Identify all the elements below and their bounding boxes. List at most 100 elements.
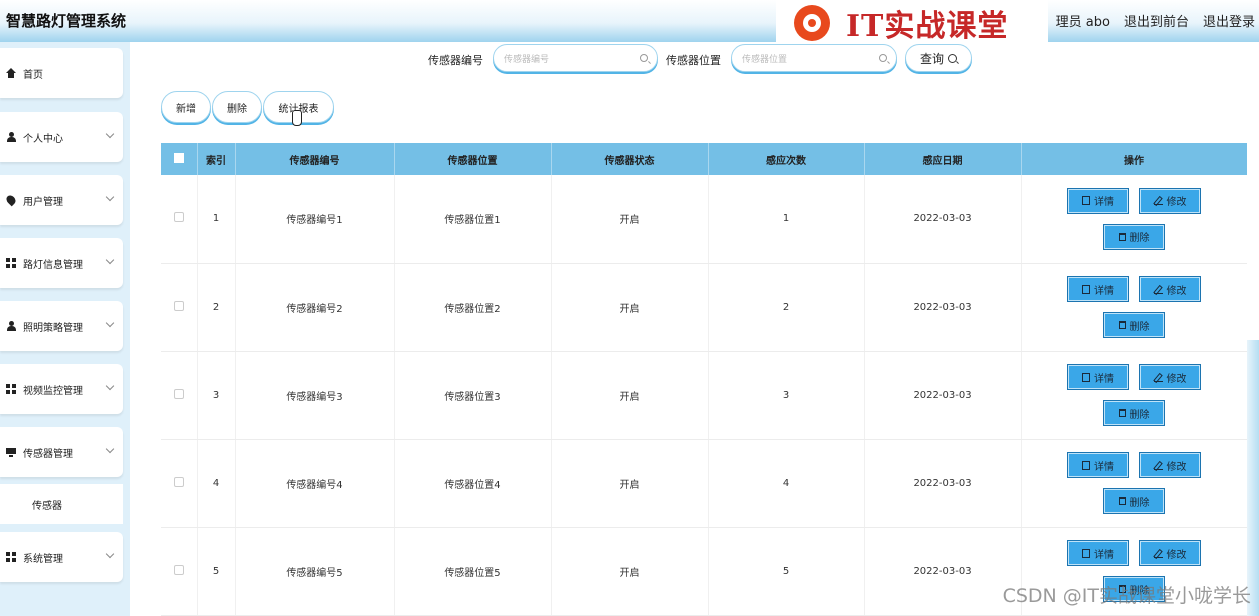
delete-label: 删除	[1129, 233, 1150, 245]
monitor-icon	[5, 446, 17, 458]
column-header: 操作	[1021, 143, 1247, 175]
sidebar-item-system-management[interactable]: 系统管理	[0, 532, 123, 582]
grid-icon	[5, 257, 17, 269]
row-select-cell[interactable]	[161, 527, 198, 616]
column-header: 传感器位置	[394, 143, 552, 175]
sidebar-item-label: 路灯信息管理	[23, 259, 83, 271]
sensor-loc-label: 传感器位置	[666, 54, 721, 67]
chevron-down-icon	[105, 318, 115, 328]
user-icon	[5, 320, 17, 332]
user-label: 理员 abo	[1055, 15, 1110, 30]
add-button[interactable]: 新增	[161, 91, 211, 123]
edit-icon	[1153, 549, 1163, 558]
csdn-watermark: CSDN @IT实战课堂小咙学长	[1002, 585, 1251, 607]
app-title: 智慧路灯管理系统	[6, 12, 127, 30]
edit-button[interactable]: 修改	[1139, 540, 1201, 566]
table-row: 2 传感器编号2 传感器位置2 开启 2 2022-03-03 详情 修改 删除	[161, 263, 1247, 352]
sidebar-item-label: 传感器管理	[23, 448, 73, 460]
row-select-cell[interactable]	[161, 175, 198, 264]
row-select-cell[interactable]	[161, 439, 198, 528]
row-checkbox[interactable]	[173, 388, 184, 399]
sidebar-item-video-monitoring[interactable]: 视频监控管理	[0, 364, 123, 414]
edit-button[interactable]: 修改	[1139, 187, 1201, 214]
detail-label: 详情	[1094, 461, 1114, 473]
sidebar-item-home[interactable]: 首页	[0, 48, 123, 98]
table-row: 1 传感器编号1 传感器位置1 开启 1 2022-03-03 详情 修改 删除	[161, 175, 1247, 264]
table-header-row: 索引 传感器编号 传感器位置 传感器状态 感应次数 感应日期 操作	[161, 143, 1247, 175]
pin-icon	[4, 193, 18, 207]
row-checkbox[interactable]	[173, 564, 184, 575]
sensor-no-input[interactable]: 传感器编号	[493, 44, 658, 72]
row-delete-button[interactable]: 删除	[1103, 312, 1165, 338]
sidebar-item-personal-center[interactable]: 个人中心	[0, 112, 123, 162]
query-button[interactable]: 查询	[905, 44, 972, 72]
table-row: 4 传感器编号4 传感器位置4 开启 4 2022-03-03 详情 修改 删除	[161, 439, 1247, 528]
sidebar-item-label: 视频监控管理	[23, 385, 83, 397]
sidebar-item-label: 个人中心	[23, 133, 63, 145]
row-delete-button[interactable]: 删除	[1103, 400, 1165, 426]
trash-icon	[1118, 232, 1126, 241]
sense-date-cell: 2022-03-03	[864, 263, 1022, 352]
sidebar-item-label: 照明策略管理	[23, 322, 83, 334]
sensor-table: 索引 传感器编号 传感器位置 传感器状态 感应次数 感应日期 操作 1 传感器编…	[161, 143, 1247, 616]
table-row: 3 传感器编号3 传感器位置3 开启 3 2022-03-03 详情 修改 删除	[161, 351, 1247, 440]
trash-icon	[1118, 321, 1126, 329]
sense-date-cell: 2022-03-03	[864, 351, 1022, 440]
edit-icon	[1153, 285, 1163, 294]
row-checkbox[interactable]	[173, 476, 184, 487]
sidebar-item-user-management[interactable]: 用户管理	[0, 175, 123, 225]
select-all-checkbox[interactable]	[173, 152, 184, 163]
column-header: 感应日期	[864, 143, 1022, 175]
sidebar-item-lighting-strategy[interactable]: 照明策略管理	[0, 301, 123, 351]
column-header: 感应次数	[708, 143, 865, 175]
user-icon	[5, 131, 17, 143]
row-delete-button[interactable]: 删除	[1103, 488, 1165, 514]
sidebar-item-streetlight-info[interactable]: 路灯信息管理	[0, 238, 123, 288]
sensor-status-cell: 开启	[551, 439, 709, 528]
edit-button[interactable]: 修改	[1139, 364, 1201, 390]
row-checkbox[interactable]	[173, 300, 184, 311]
edit-button[interactable]: 修改	[1139, 276, 1201, 302]
sidebar-item-sensor-management[interactable]: 传感器管理	[0, 427, 123, 477]
delete-label: 删除	[1129, 321, 1150, 333]
detail-button[interactable]: 详情	[1067, 276, 1129, 302]
row-select-cell[interactable]	[161, 263, 198, 352]
sensor-status-cell: 开启	[551, 527, 709, 616]
index-cell: 2	[197, 263, 236, 352]
row-select-cell[interactable]	[161, 351, 198, 440]
row-delete-button[interactable]: 删除	[1103, 223, 1165, 250]
grid-icon	[5, 383, 17, 395]
chevron-down-icon	[105, 129, 115, 139]
back-to-front-link[interactable]: 退出到前台	[1124, 11, 1189, 30]
operations-cell: 详情 修改 删除	[1021, 175, 1247, 264]
sensor-no-cell: 传感器编号1	[235, 175, 395, 264]
edit-icon	[1153, 373, 1163, 382]
select-all-cell[interactable]	[161, 143, 198, 175]
sense-date-cell: 2022-03-03	[864, 175, 1022, 264]
search-icon	[879, 54, 887, 62]
sidebar-subitem-sensor[interactable]: 传感器	[0, 484, 123, 524]
hand-cursor-icon	[292, 110, 302, 126]
sidebar-item-label: 用户管理	[23, 196, 63, 208]
detail-button[interactable]: 详情	[1067, 540, 1129, 566]
detail-button[interactable]: 详情	[1067, 187, 1129, 214]
detail-button[interactable]: 详情	[1067, 364, 1129, 390]
sensor-status-cell: 开启	[551, 263, 709, 352]
edit-label: 修改	[1166, 197, 1187, 209]
edit-button[interactable]: 修改	[1139, 452, 1201, 478]
logout-link[interactable]: 退出登录	[1203, 11, 1255, 30]
sense-count-cell: 3	[708, 351, 865, 440]
sensor-loc-input[interactable]: 传感器位置	[731, 44, 897, 72]
operations-cell: 详情 修改 删除	[1021, 351, 1247, 440]
sense-date-cell: 2022-03-03	[864, 527, 1022, 616]
watermark-overlay: IT实战课堂	[776, 0, 1048, 46]
index-cell: 1	[197, 175, 236, 264]
detail-button[interactable]: 详情	[1067, 452, 1129, 478]
detail-label: 详情	[1094, 549, 1114, 561]
delete-button[interactable]: 删除	[212, 91, 262, 123]
sensor-loc-cell: 传感器位置5	[394, 527, 552, 616]
index-cell: 3	[197, 351, 236, 440]
row-checkbox[interactable]	[173, 212, 184, 223]
watermark-logo-icon	[794, 5, 830, 41]
edit-icon	[1153, 196, 1163, 206]
